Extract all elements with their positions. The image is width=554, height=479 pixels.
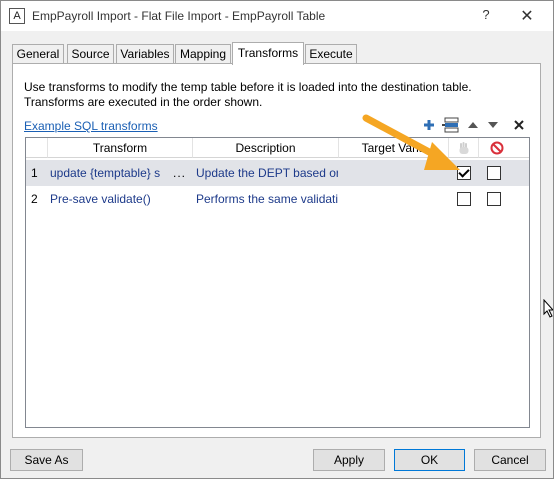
app-icon: A xyxy=(9,8,25,24)
column-header-transform[interactable]: Transform xyxy=(48,138,193,158)
example-sql-transforms-link[interactable]: Example SQL transforms xyxy=(24,119,158,133)
target-variable-cell[interactable] xyxy=(344,186,444,212)
tab-general[interactable]: General xyxy=(12,44,64,64)
cancel-button[interactable]: Cancel xyxy=(474,449,546,471)
description-cell[interactable]: Update the DEPT based on xyxy=(196,160,338,186)
column-header-disabled[interactable] xyxy=(479,138,529,158)
tab-source[interactable]: Source xyxy=(67,44,114,64)
tab-transforms[interactable]: Transforms xyxy=(232,42,304,65)
delete-icon[interactable] xyxy=(513,117,525,133)
tab-variables[interactable]: Variables xyxy=(116,44,174,64)
move-down-icon[interactable] xyxy=(487,117,499,133)
enabled-checkbox[interactable] xyxy=(457,166,471,180)
title-bar: A EmpPayroll Import - Flat File Import -… xyxy=(1,1,553,31)
row-number-header xyxy=(26,138,48,158)
mouse-cursor-icon xyxy=(543,299,553,318)
transforms-description: Use transforms to modify the temp table … xyxy=(24,80,472,110)
row-number: 2 xyxy=(31,192,38,206)
description-line-1: Use transforms to modify the temp table … xyxy=(24,80,472,94)
ok-button[interactable]: OK xyxy=(394,449,465,471)
add-icon[interactable] xyxy=(423,117,435,133)
column-header-hand[interactable] xyxy=(449,138,479,158)
window-title: EmpPayroll Import - Flat File Import - E… xyxy=(32,9,326,23)
disabled-checkbox[interactable] xyxy=(487,166,501,180)
save-as-button[interactable]: Save As xyxy=(10,449,83,471)
ellipsis-button[interactable]: ... xyxy=(173,160,186,186)
tab-mapping[interactable]: Mapping xyxy=(175,44,231,64)
table-row[interactable]: 1 update {temptable} s ... Update the DE… xyxy=(26,160,529,186)
target-variable-cell[interactable] xyxy=(344,160,444,186)
help-button[interactable]: ? xyxy=(476,7,496,25)
transforms-panel: Use transforms to modify the temp table … xyxy=(12,63,541,438)
enabled-checkbox[interactable] xyxy=(457,192,471,206)
close-button[interactable]: ✕ xyxy=(516,6,538,25)
insert-icon[interactable] xyxy=(442,117,460,133)
tab-execute[interactable]: Execute xyxy=(305,44,357,64)
transform-cell[interactable]: update {temptable} s xyxy=(50,160,162,186)
transforms-grid: Transform Description Target Varia 1 upd… xyxy=(25,137,530,428)
table-row[interactable]: 2 Pre-save validate() Performs the same … xyxy=(26,186,529,212)
disabled-icon xyxy=(490,141,504,155)
transform-cell[interactable]: Pre-save validate() xyxy=(50,186,190,212)
description-line-2: Transforms are executed in the order sho… xyxy=(24,95,263,109)
apply-button[interactable]: Apply xyxy=(313,449,385,471)
disabled-checkbox[interactable] xyxy=(487,192,501,206)
move-up-icon[interactable] xyxy=(467,117,479,133)
description-cell[interactable]: Performs the same validatio xyxy=(196,186,338,212)
row-number: 1 xyxy=(31,166,38,180)
hand-icon xyxy=(459,142,468,154)
column-header-target-variable[interactable]: Target Varia xyxy=(339,138,449,158)
column-header-description[interactable]: Description xyxy=(193,138,339,158)
